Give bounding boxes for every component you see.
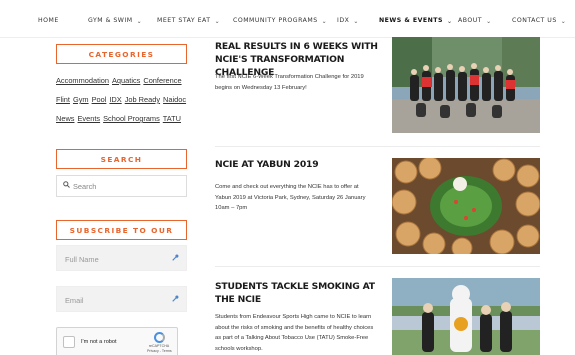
nav-about-label: ABOUT xyxy=(458,17,483,24)
categories-heading: CATEGORIES xyxy=(56,44,187,64)
nav-contact-us-label: CONTACT US xyxy=(512,17,557,24)
post-excerpt: The first NCIE 6-Week Transformation Cha… xyxy=(215,74,364,91)
nav-idx-label: IDX xyxy=(337,17,350,24)
search-input[interactable]: Search xyxy=(56,175,187,197)
nav-community-programs-label: COMMUNITY PROGRAMS xyxy=(233,17,318,24)
chevron-down-icon: ⌄ xyxy=(447,18,453,25)
post-image[interactable] xyxy=(392,37,540,133)
category-line-3: News Events School Programs TATU xyxy=(56,114,184,123)
post-title[interactable]: NCIE AT YABUN 2019 xyxy=(215,158,383,171)
category-link[interactable]: Pool xyxy=(92,95,107,104)
category-link[interactable]: School Programs xyxy=(103,114,160,123)
category-link[interactable]: Conference xyxy=(143,76,181,85)
recaptcha-links[interactable]: Privacy - Terms xyxy=(147,349,172,353)
full-name-field[interactable]: Full Name xyxy=(56,245,187,271)
nav-news-events-label: NEWS & EVENTS xyxy=(379,17,443,24)
nav-contact-us[interactable]: CONTACT US ⌄ xyxy=(512,17,566,25)
recaptcha-logo: reCAPTCHA Privacy - Terms xyxy=(147,332,172,354)
recaptcha-brand: reCAPTCHA xyxy=(148,344,170,348)
autofill-key-icon[interactable] xyxy=(172,254,179,263)
category-link[interactable]: Gym xyxy=(73,95,89,104)
search-heading: SEARCH xyxy=(56,149,187,169)
search-placeholder: Search xyxy=(73,182,97,191)
top-navigation: HOME GYM & SWIM ⌄ MEET STAY EAT ⌄ COMMUNIT… xyxy=(0,0,575,38)
post-excerpt: Come and check out everything the NCIE h… xyxy=(215,184,366,211)
nav-gym-swim-label: GYM & SWIM xyxy=(88,17,133,24)
nav-news-events[interactable]: NEWS & EVENTS ⌄ xyxy=(379,17,453,25)
category-link[interactable]: Naidoc xyxy=(163,95,186,104)
nav-about[interactable]: ABOUT ⌄ xyxy=(458,17,492,25)
nav-gym-swim[interactable]: GYM & SWIM ⌄ xyxy=(88,17,142,25)
post-image[interactable] xyxy=(392,278,540,355)
subscribe-heading: SUBSCRIBE TO OUR NEWS xyxy=(56,220,187,254)
nav-idx[interactable]: IDX ⌄ xyxy=(337,17,359,25)
nav-meet-stay-eat-label: MEET STAY EAT xyxy=(157,17,211,24)
chevron-down-icon: ⌄ xyxy=(321,18,328,25)
category-line-2: Flint Gym Pool IDX Job Ready Naidoc xyxy=(56,95,189,104)
autofill-key-icon[interactable] xyxy=(172,295,179,304)
category-line-1: Accommodation Aquatics Conference xyxy=(56,76,185,85)
captcha-label: I'm not a robot xyxy=(81,339,117,345)
recaptcha-widget: I'm not a robot reCAPTCHA Privacy - Term… xyxy=(56,327,178,355)
category-link[interactable]: Job Ready xyxy=(125,95,160,104)
category-link[interactable]: Aquatics xyxy=(112,76,140,85)
captcha-checkbox[interactable] xyxy=(63,336,75,348)
category-link[interactable]: Events xyxy=(77,114,100,123)
chevron-down-icon: ⌄ xyxy=(214,18,221,25)
email-placeholder: Email xyxy=(65,296,84,305)
recaptcha-icon xyxy=(153,332,165,343)
email-field[interactable]: Email xyxy=(56,286,187,312)
nav-home[interactable]: HOME xyxy=(38,17,59,24)
nav-home-label: HOME xyxy=(38,17,59,24)
chevron-down-icon: ⌄ xyxy=(136,18,143,25)
post-image[interactable] xyxy=(392,158,540,254)
category-link[interactable]: Accommodation xyxy=(56,76,109,85)
post-divider xyxy=(215,146,540,147)
category-link[interactable]: Flint xyxy=(56,95,70,104)
category-link[interactable]: IDX xyxy=(109,95,121,104)
category-link[interactable]: TATU xyxy=(163,114,181,123)
chevron-down-icon: ⌄ xyxy=(486,18,492,25)
nav-community-programs[interactable]: COMMUNITY PROGRAMS ⌄ xyxy=(233,17,327,25)
full-name-placeholder: Full Name xyxy=(65,255,99,264)
post-excerpt: Students from Endeavour Sports High came… xyxy=(215,314,374,352)
chevron-down-icon: ⌄ xyxy=(353,18,359,25)
post-title[interactable]: STUDENTS TACKLE SMOKING AT THE NCIE xyxy=(215,280,383,306)
chevron-down-icon: ⌄ xyxy=(560,18,567,25)
search-icon xyxy=(63,181,70,190)
post-divider xyxy=(215,266,540,267)
nav-meet-stay-eat[interactable]: MEET STAY EAT ⌄ xyxy=(157,17,220,25)
category-link[interactable]: News xyxy=(56,114,74,123)
